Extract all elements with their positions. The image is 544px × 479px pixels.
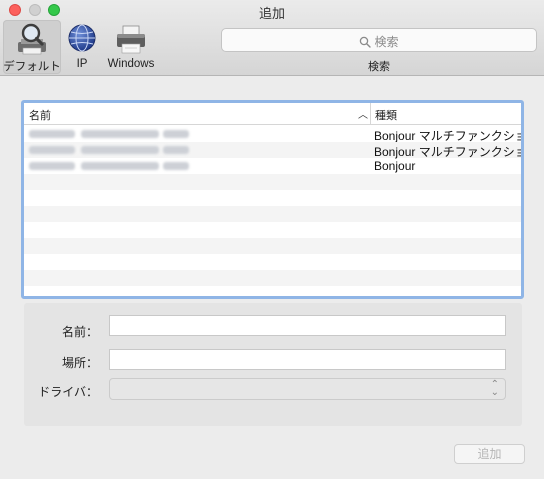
chevron-updown-icon: ⌃ ⌄ — [490, 379, 499, 398]
table-row[interactable]: Bonjour マルチファンクション — [24, 126, 521, 143]
title-bar: 追加 デフォルト IP Windows 検索 検索 — [0, 0, 544, 76]
toolbar-default-label: デフォルト — [3, 61, 61, 73]
add-button[interactable]: 追加 — [454, 444, 525, 464]
toolbar-default-button[interactable]: デフォルト — [3, 20, 61, 74]
table-row[interactable]: Bonjour — [24, 158, 521, 174]
driver-label: ドライバ： — [38, 385, 98, 399]
search-icon — [360, 36, 372, 48]
empty-row — [24, 254, 521, 270]
empty-row — [24, 190, 521, 206]
printer-list[interactable]: 名前 ︿ 種類 Bonjour マルチファンクション Bonjour マルチファ… — [21, 100, 524, 299]
printer-icon — [117, 25, 145, 54]
toolbar-windows-label: Windows — [107, 58, 155, 70]
driver-select[interactable]: ⌃ ⌄ — [109, 378, 506, 400]
empty-row — [24, 270, 521, 286]
empty-row — [24, 174, 521, 190]
printer-details-form: 名前： 場所： ドライバ： ⌃ ⌄ — [24, 303, 522, 426]
magnifier-printer-icon — [18, 23, 46, 55]
search-field[interactable]: 検索 — [221, 28, 537, 52]
search-caption: 検索 — [368, 61, 390, 73]
location-field[interactable] — [109, 349, 506, 370]
toolbar-windows-button[interactable]: Windows — [103, 20, 159, 74]
name-label: 名前： — [61, 325, 98, 339]
toolbar-ip-button[interactable]: IP — [64, 20, 100, 74]
printer-name-obscured — [29, 162, 189, 171]
list-header: 名前 ︿ 種類 — [24, 103, 521, 125]
empty-row — [24, 286, 521, 296]
globe-icon — [68, 24, 96, 52]
sort-ascending-icon: ︿ — [358, 110, 368, 121]
table-row[interactable]: Bonjour マルチファンクション — [24, 142, 521, 159]
column-header-kind[interactable]: 種類 — [375, 107, 397, 123]
location-label: 場所： — [61, 356, 98, 370]
name-field[interactable] — [109, 315, 506, 336]
toolbar-ip-label: IP — [76, 58, 88, 70]
printer-kind: Bonjour — [374, 159, 416, 173]
column-header-name[interactable]: 名前 — [29, 107, 51, 123]
printer-name-obscured — [29, 130, 189, 139]
printer-name-obscured — [29, 146, 189, 155]
empty-row — [24, 238, 521, 254]
empty-row — [24, 222, 521, 238]
column-divider — [370, 103, 371, 125]
empty-row — [24, 206, 521, 222]
search-placeholder: 検索 — [374, 35, 399, 49]
